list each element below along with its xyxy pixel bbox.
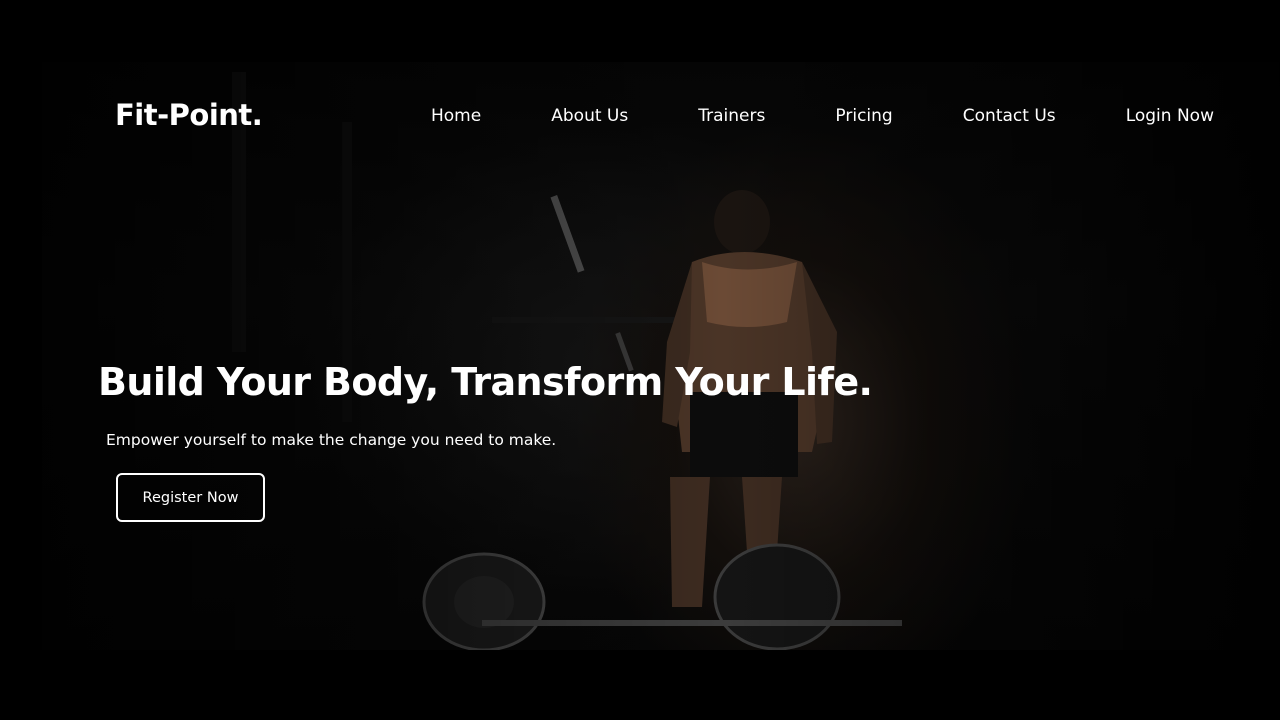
nav-item-home[interactable]: Home bbox=[431, 106, 481, 126]
nav-item-about-us[interactable]: About Us bbox=[551, 106, 628, 126]
register-now-button[interactable]: Register Now bbox=[116, 473, 265, 522]
nav-item-pricing[interactable]: Pricing bbox=[835, 106, 892, 126]
hero-headline: Build Your Body, Transform Your Life. bbox=[98, 360, 873, 404]
nav-item-trainers[interactable]: Trainers bbox=[698, 106, 765, 126]
page: Fit-Point. Home About Us Trainers Pricin… bbox=[0, 0, 1280, 720]
brand-logo[interactable]: Fit-Point. bbox=[115, 98, 263, 132]
nav-item-contact-us[interactable]: Contact Us bbox=[963, 106, 1056, 126]
main-nav: Home About Us Trainers Pricing Contact U… bbox=[431, 106, 1214, 126]
hero-overlay bbox=[42, 62, 1280, 650]
hero-tagline: Empower yourself to make the change you … bbox=[106, 431, 557, 449]
nav-item-login-now[interactable]: Login Now bbox=[1126, 106, 1214, 126]
